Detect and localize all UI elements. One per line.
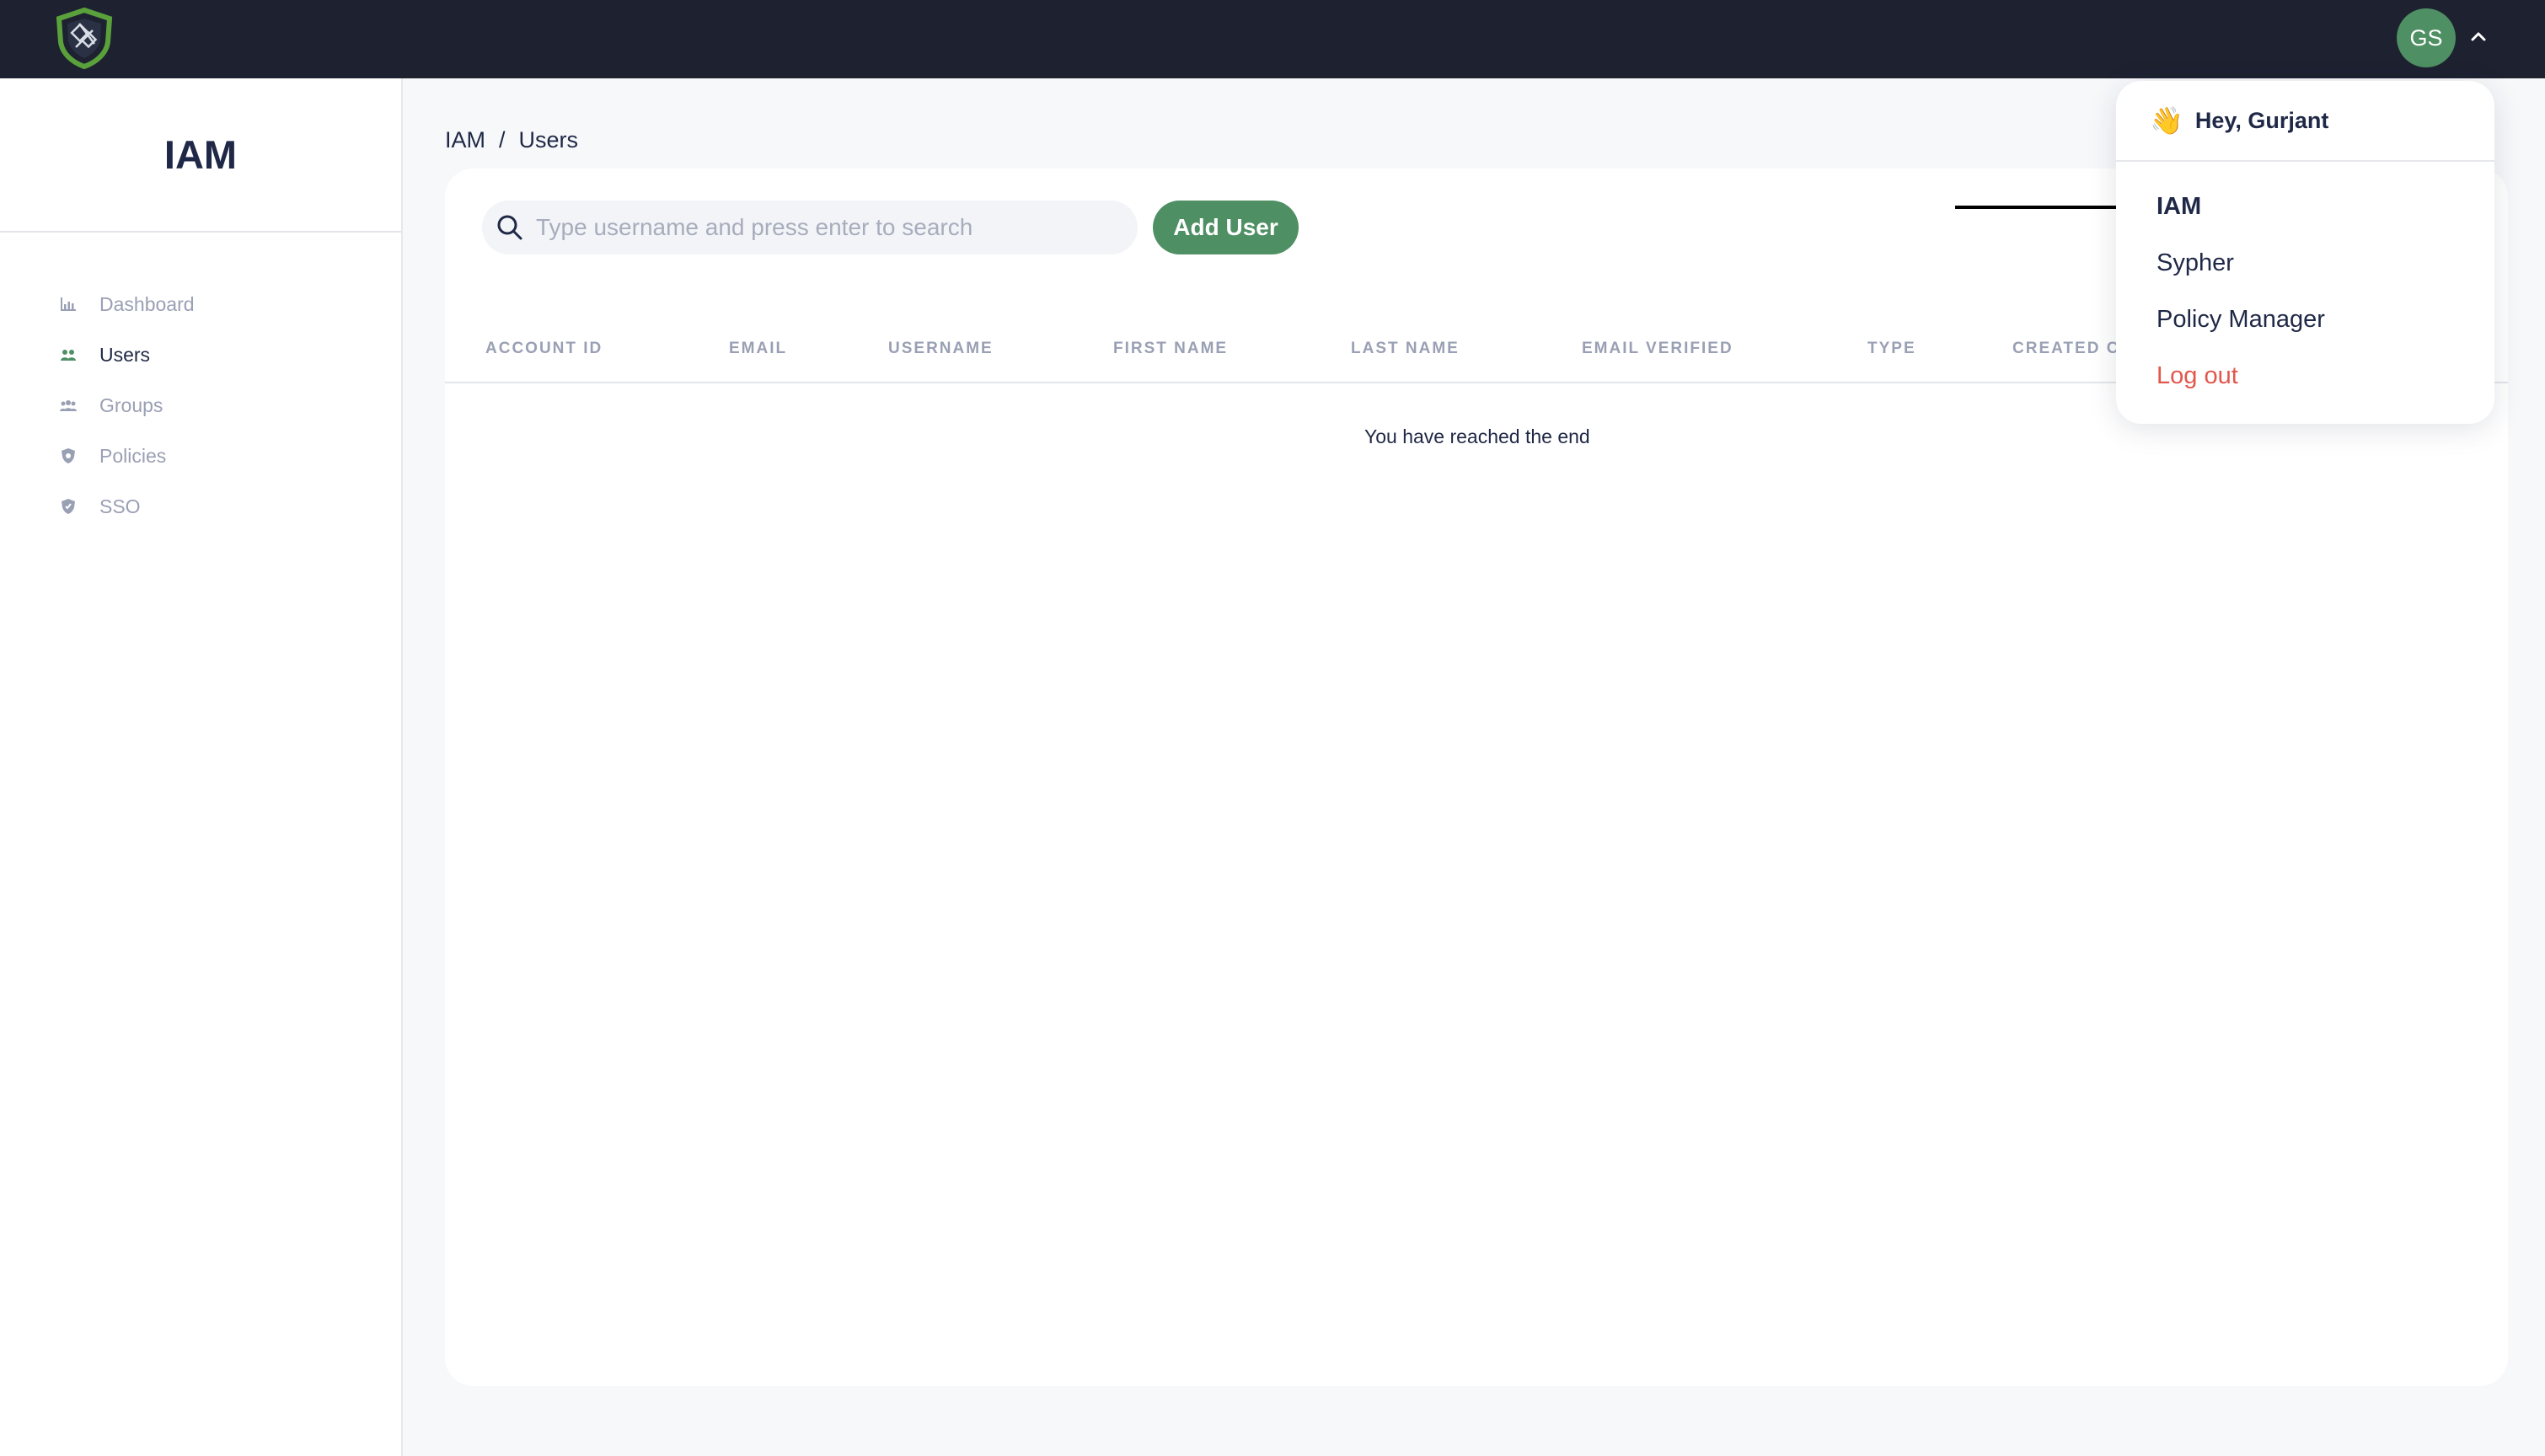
groups-icon bbox=[59, 396, 78, 415]
top-bar: GS bbox=[0, 0, 2545, 78]
menu-item-iam[interactable]: IAM bbox=[2157, 193, 2201, 221]
user-menu-dropdown: 👋 Hey, Gurjant IAM Sypher Policy Manager… bbox=[2116, 81, 2494, 424]
sidebar-item-label: Groups bbox=[99, 393, 163, 416]
column-header-email[interactable]: EMAIL bbox=[729, 340, 787, 358]
column-header-first-name[interactable]: FIRST NAME bbox=[1113, 340, 1228, 358]
column-header-last-name[interactable]: LAST NAME bbox=[1351, 340, 1460, 358]
sso-shield-icon bbox=[59, 497, 78, 516]
column-header-account-id[interactable]: ACCOUNT ID bbox=[485, 340, 603, 358]
search-input[interactable] bbox=[536, 214, 1117, 241]
end-of-list-message: You have reached the end bbox=[1364, 426, 1590, 447]
sidebar-item-label: SSO bbox=[99, 495, 141, 517]
column-header-username[interactable]: USERNAME bbox=[888, 340, 994, 358]
search-icon bbox=[496, 213, 524, 242]
sidebar-item-sso[interactable]: SSO bbox=[59, 490, 379, 523]
sidebar-item-label: Dashboard bbox=[99, 292, 195, 315]
sidebar-item-groups[interactable]: Groups bbox=[59, 388, 379, 422]
shield-logo-icon[interactable] bbox=[54, 7, 115, 70]
menu-item-policy-manager[interactable]: Policy Manager bbox=[2157, 306, 2325, 334]
column-header-created[interactable]: CREATED C bbox=[2012, 340, 2119, 358]
breadcrumb-root[interactable]: IAM bbox=[445, 127, 485, 153]
sidebar-title: IAM bbox=[0, 78, 401, 233]
column-header-type[interactable]: TYPE bbox=[1867, 340, 1916, 358]
sidebar-item-label: Policies bbox=[99, 444, 167, 467]
menu-item-sypher[interactable]: Sypher bbox=[2157, 249, 2234, 277]
breadcrumb-current: Users bbox=[518, 126, 579, 153]
breadcrumb-separator: / bbox=[499, 126, 506, 153]
sidebar-item-policies[interactable]: Policies bbox=[59, 439, 379, 473]
sidebar: IAM Dashboard Users Groups Policies SSO bbox=[0, 78, 403, 1456]
policy-shield-icon bbox=[59, 447, 78, 465]
add-user-button[interactable]: Add User bbox=[1153, 201, 1299, 254]
user-avatar[interactable]: GS bbox=[2397, 8, 2456, 67]
users-icon bbox=[59, 345, 78, 364]
user-menu-header: 👋 Hey, Gurjant bbox=[2116, 81, 2494, 162]
column-header-email-verified[interactable]: EMAIL VERIFIED bbox=[1582, 340, 1733, 358]
chart-icon bbox=[59, 295, 78, 313]
user-greeting: Hey, Gurjant bbox=[2194, 107, 2329, 133]
chevron-up-icon[interactable] bbox=[2469, 28, 2488, 46]
waving-hand-icon: 👋 bbox=[2150, 105, 2183, 136]
sidebar-item-users[interactable]: Users bbox=[59, 338, 379, 372]
sidebar-item-label: Users bbox=[99, 343, 151, 366]
breadcrumb: IAM / Users bbox=[445, 125, 578, 155]
sidebar-item-dashboard[interactable]: Dashboard bbox=[59, 287, 379, 321]
search-box[interactable] bbox=[482, 201, 1138, 254]
logout-button[interactable]: Log out bbox=[2157, 362, 2238, 390]
